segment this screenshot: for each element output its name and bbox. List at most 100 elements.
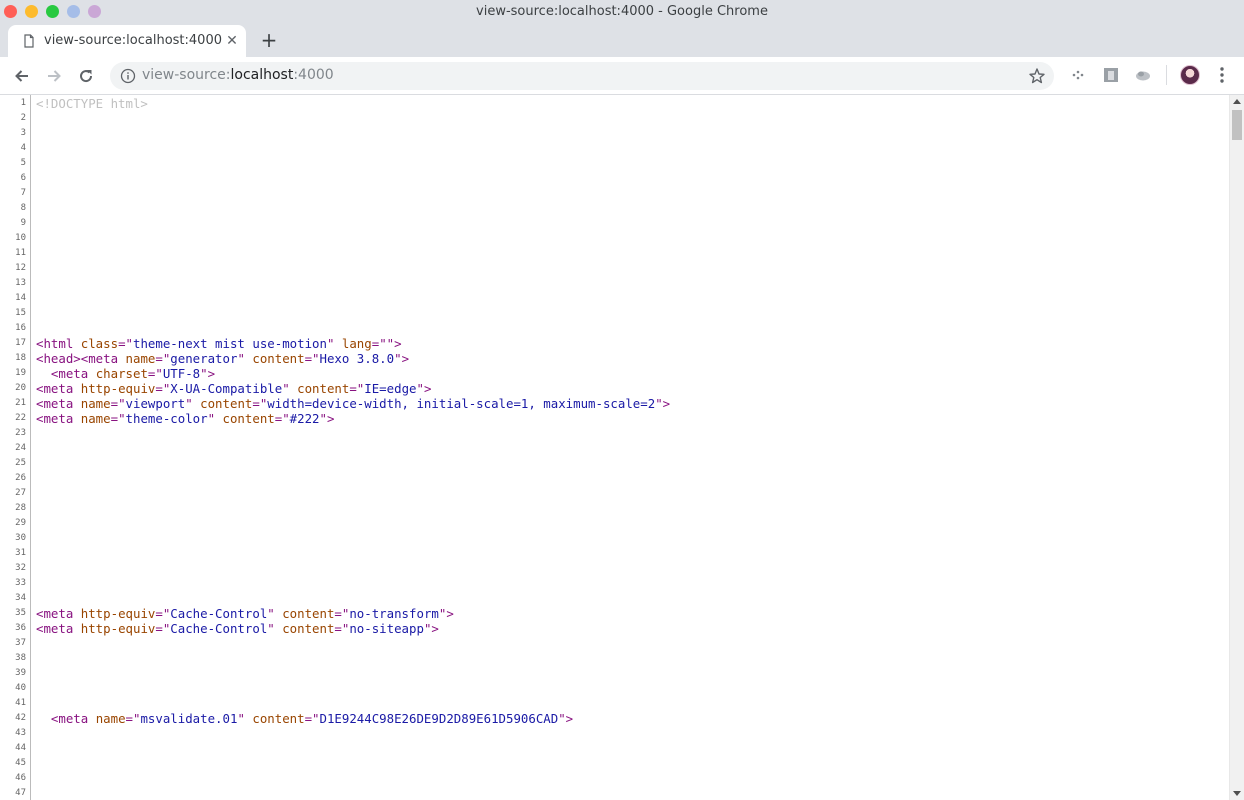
back-arrow-icon <box>15 70 28 82</box>
line-code: <meta charset="UTF-8"> <box>50 366 216 381</box>
source-line: 29 <box>0 516 1229 531</box>
source-line: 24 <box>0 441 1229 456</box>
source-line: 20 <meta http-equiv="X-UA-Compatible" con… <box>0 381 1229 396</box>
url-port: :4000 <box>293 67 334 83</box>
line-code: <meta http-equiv="X-UA-Compatible" conte… <box>36 381 432 396</box>
source-line: 45 <box>0 756 1229 771</box>
line-number: 44 <box>15 743 26 753</box>
info-icon[interactable] <box>120 68 136 84</box>
close-tab-icon[interactable]: ✕ <box>224 33 240 49</box>
scroll-down-arrow-icon[interactable] <box>1233 791 1241 796</box>
source-view[interactable]: 1 <!DOCTYPE html> 2 3 4 5 6 7 8 9 10 11 12 13 14 15 16 17… <box>0 95 1229 800</box>
source-line: 25 <box>0 456 1229 471</box>
source-line: 21 <meta name="viewport" content="width=d… <box>0 396 1229 411</box>
source-line: 35 <meta http-equiv="Cache-Control" conte… <box>0 606 1229 621</box>
line-code: <meta http-equiv="Cache-Control" content… <box>36 621 439 636</box>
forward-arrow-icon <box>48 70 61 82</box>
source-line: 33 <box>0 576 1229 591</box>
reload-button[interactable] <box>73 63 99 89</box>
line-number: 15 <box>15 308 26 318</box>
browser-toolbar: view-source:localhost:4000 <box>0 57 1244 95</box>
line-number: 10 <box>15 233 26 243</box>
source-line: 40 <box>0 681 1229 696</box>
star-icon[interactable] <box>1028 67 1046 85</box>
source-line: 22 <meta name="theme-color" content="#222… <box>0 411 1229 426</box>
line-number: 12 <box>15 263 26 273</box>
line-number: 14 <box>15 293 26 303</box>
line-code: <meta name="theme-color" content="#222"> <box>36 411 335 426</box>
source-line: 46 <box>0 771 1229 786</box>
source-line: 9 <box>0 216 1229 231</box>
line-number: 19 <box>15 368 26 378</box>
address-bar[interactable]: view-source:localhost:4000 <box>110 62 1054 90</box>
tab-view-source[interactable]: view-source:localhost:4000 ✕ <box>8 25 246 57</box>
line-number: 26 <box>15 473 26 483</box>
new-tab-button[interactable]: + <box>258 29 280 51</box>
scrollbar-thumb[interactable] <box>1232 110 1242 140</box>
line-number: 43 <box>15 728 26 738</box>
source-line: 18 <head><meta name="generator" content="… <box>0 351 1229 366</box>
line-number: 35 <box>15 608 26 618</box>
source-line: 44 <box>0 741 1229 756</box>
window-title: view-source:localhost:4000 - Google Chro… <box>476 4 768 19</box>
source-line: 16 <box>0 321 1229 336</box>
extension-cloud-icon[interactable] <box>1135 67 1151 83</box>
scroll-up-arrow-icon[interactable] <box>1233 99 1241 104</box>
line-number: 13 <box>15 278 26 288</box>
line-number: 1 <box>20 98 26 108</box>
line-number: 17 <box>15 338 26 348</box>
source-line: 5 <box>0 156 1229 171</box>
source-line: 11 <box>0 246 1229 261</box>
line-number: 34 <box>15 593 26 603</box>
line-number: 6 <box>20 173 26 183</box>
source-line: 15 <box>0 306 1229 321</box>
line-number: 25 <box>15 458 26 468</box>
line-code: <meta http-equiv="Cache-Control" content… <box>36 606 454 621</box>
source-line: 36 <meta http-equiv="Cache-Control" conte… <box>0 621 1229 636</box>
source-line: 30 <box>0 531 1229 546</box>
toolbar-separator <box>1166 65 1167 85</box>
line-number: 4 <box>20 143 26 153</box>
source-line: 41 <box>0 696 1229 711</box>
line-number: 8 <box>20 203 26 213</box>
line-number: 37 <box>15 638 26 648</box>
line-number: 20 <box>15 383 26 393</box>
source-line: 12 <box>0 261 1229 276</box>
line-number: 5 <box>20 158 26 168</box>
line-number: 23 <box>15 428 26 438</box>
source-line: 19 <meta charset="UTF-8"> <box>0 366 1229 381</box>
line-number: 2 <box>20 113 26 123</box>
tab-title: view-source:localhost:4000 <box>44 33 222 48</box>
line-code: <!DOCTYPE html> <box>36 96 148 111</box>
back-button[interactable] <box>9 63 35 89</box>
source-line: 37 <box>0 636 1229 651</box>
line-number: 32 <box>15 563 26 573</box>
line-number: 16 <box>15 323 26 333</box>
line-number: 45 <box>15 758 26 768</box>
line-number: 41 <box>15 698 26 708</box>
title-bar: view-source:localhost:4000 - Google Chro… <box>0 0 1244 23</box>
more-vert-icon[interactable] <box>1214 65 1230 85</box>
line-code: <html class="theme-next mist use-motion"… <box>36 336 402 351</box>
line-number: 39 <box>15 668 26 678</box>
source-line: 17 <html class="theme-next mist use-motio… <box>0 336 1229 351</box>
profile-avatar[interactable] <box>1180 65 1200 85</box>
forward-button[interactable] <box>41 63 67 89</box>
line-number: 11 <box>15 248 26 258</box>
line-number: 33 <box>15 578 26 588</box>
line-number: 29 <box>15 518 26 528</box>
cast-dots-icon[interactable] <box>1070 67 1086 83</box>
tab-strip: view-source:localhost:4000 ✕ + <box>0 23 1244 57</box>
url-text[interactable]: view-source:localhost:4000 <box>142 67 334 83</box>
line-number: 18 <box>15 353 26 363</box>
line-number: 31 <box>15 548 26 558</box>
line-number: 47 <box>15 788 26 798</box>
source-line: 2 <box>0 111 1229 126</box>
source-line: 1 <!DOCTYPE html> <box>0 96 1229 111</box>
extension-photo-icon[interactable] <box>1103 67 1119 83</box>
line-number: 30 <box>15 533 26 543</box>
source-line: 13 <box>0 276 1229 291</box>
vertical-scrollbar[interactable] <box>1229 95 1244 800</box>
line-number: 28 <box>15 503 26 513</box>
source-line: 38 <box>0 651 1229 666</box>
